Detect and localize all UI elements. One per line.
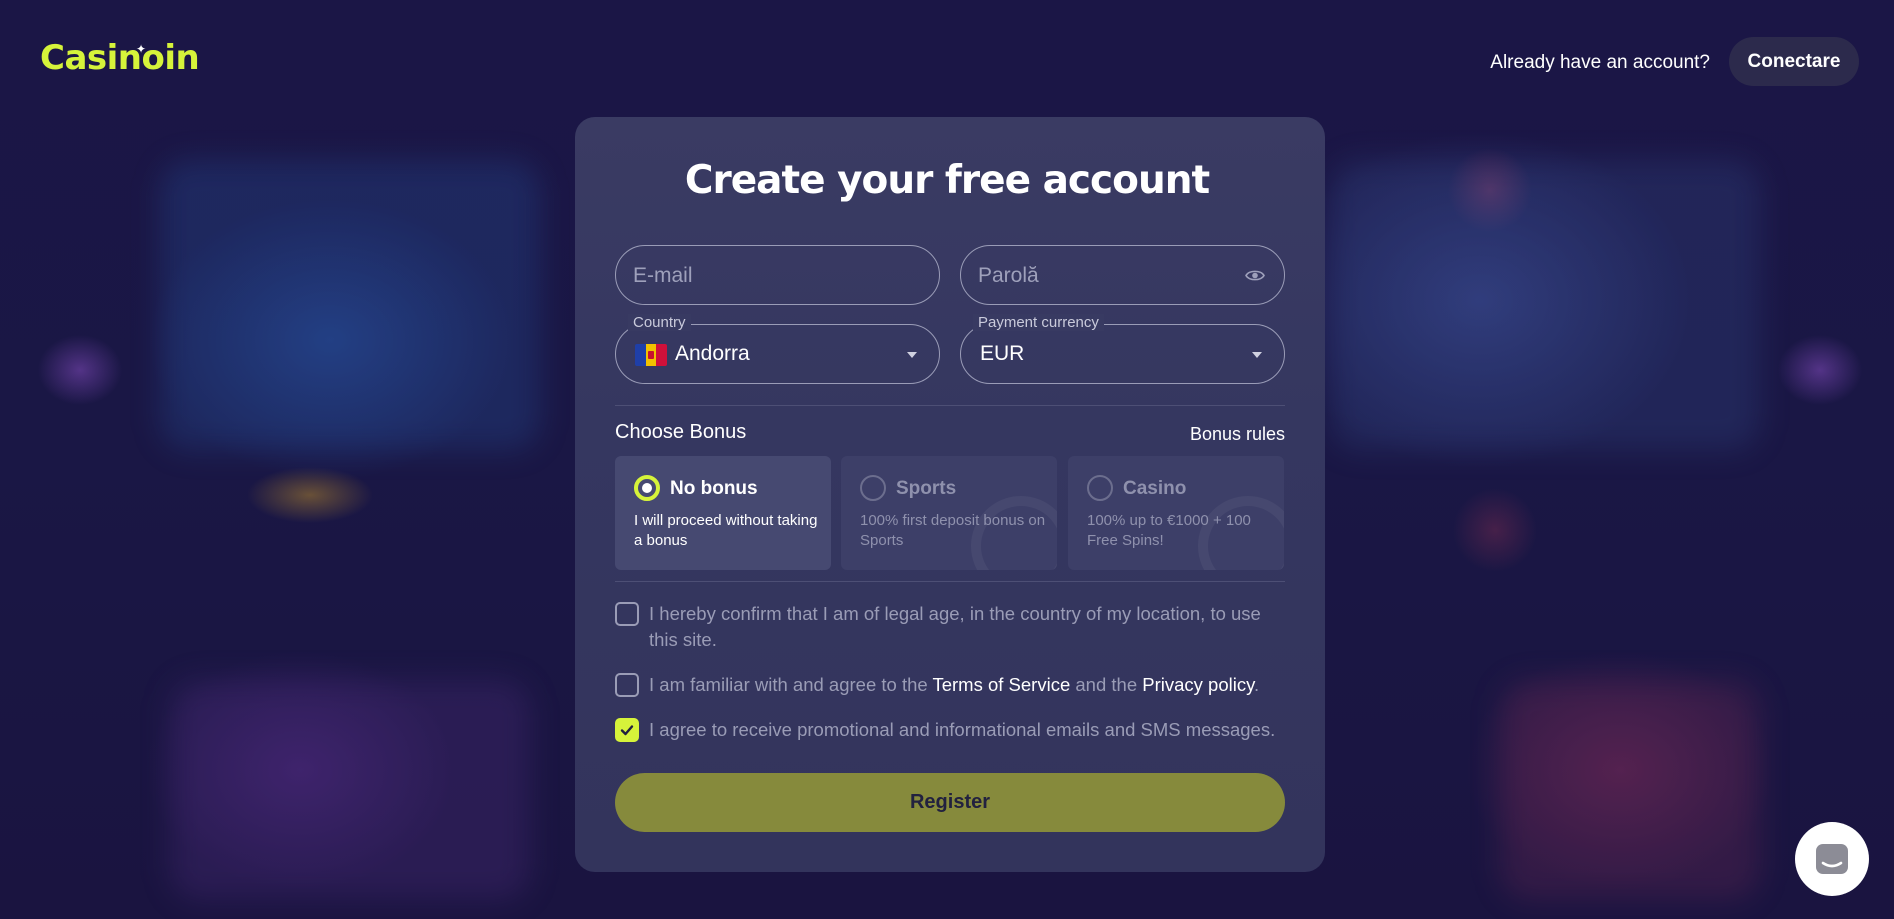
already-have-account-text: Already have an account?	[1490, 52, 1710, 73]
terms-prefix: I am familiar with and agree to the	[649, 674, 933, 695]
divider	[615, 581, 1285, 582]
terms-text: I am familiar with and agree to the Term…	[649, 672, 1289, 698]
chevron-down-icon	[1252, 352, 1262, 358]
legal-age-text: I hereby confirm that I am of legal age,…	[649, 603, 1261, 650]
background-game-tile	[1330, 160, 1760, 450]
bonus-description: 100% up to €1000 + 100 Free Spins!	[1087, 512, 1251, 549]
login-button[interactable]: Conectare	[1729, 37, 1859, 86]
password-field[interactable]: Parolă	[960, 245, 1285, 305]
bonus-description: 100% first deposit bonus on Sports	[860, 512, 1046, 549]
terms-of-service-link[interactable]: Terms of Service	[932, 674, 1070, 695]
email-field[interactable]: E-mail	[615, 245, 940, 305]
email-placeholder: E-mail	[633, 264, 693, 287]
bonus-description: I will proceed without taking a bonus	[634, 512, 818, 549]
eye-icon[interactable]	[1245, 269, 1265, 282]
radio-icon	[1087, 475, 1113, 501]
country-label: Country	[628, 314, 691, 331]
currency-value: EUR	[980, 342, 1025, 365]
choose-bonus-heading: Choose Bonus	[615, 421, 747, 443]
header: Casinoin ✦ Already have an account? Cone…	[0, 0, 1894, 120]
site-logo[interactable]: Casinoin	[40, 38, 200, 78]
divider	[615, 405, 1285, 406]
country-value: Andorra	[675, 342, 750, 365]
bonus-option-no-bonus[interactable]: No bonus I will proceed without taking a…	[615, 456, 831, 570]
country-select[interactable]: Country Andorra	[615, 314, 940, 384]
andorra-flag-icon	[635, 344, 667, 366]
bonus-rules-link[interactable]: Bonus rules	[1190, 424, 1285, 445]
password-placeholder: Parolă	[978, 264, 1039, 287]
background-game-tile	[170, 680, 530, 900]
bonus-title: Casino	[1123, 478, 1187, 499]
currency-select[interactable]: Payment currency EUR	[960, 314, 1285, 384]
currency-label: Payment currency	[973, 314, 1104, 331]
promo-checkbox[interactable]	[615, 718, 639, 742]
terms-checkbox[interactable]	[615, 673, 639, 697]
promo-text: I agree to receive promotional and infor…	[649, 719, 1276, 740]
legal-age-checkbox[interactable]	[615, 602, 639, 626]
bonus-title: No bonus	[670, 478, 758, 499]
radio-selected-icon	[634, 475, 660, 501]
terms-middle: and the	[1070, 674, 1143, 695]
bonus-option-sports[interactable]: Sports 100% first deposit bonus on Sport…	[841, 456, 1057, 570]
register-button[interactable]: Register	[615, 773, 1285, 832]
page-title: Create your free account	[684, 158, 1210, 203]
terms-suffix: .	[1253, 674, 1260, 695]
logo-sparkle-icon: ✦	[136, 42, 147, 56]
background-game-tile	[1500, 680, 1760, 900]
background-game-tile	[160, 160, 540, 450]
chevron-down-icon	[907, 352, 917, 358]
checkmark-icon	[620, 725, 634, 736]
chat-icon	[1816, 844, 1848, 874]
privacy-policy-link[interactable]: Privacy policy	[1142, 674, 1254, 695]
radio-icon	[860, 475, 886, 501]
chat-button[interactable]	[1795, 822, 1869, 896]
bonus-title: Sports	[896, 478, 957, 499]
bonus-option-casino[interactable]: Casino 100% up to €1000 + 100 Free Spins…	[1068, 456, 1284, 570]
